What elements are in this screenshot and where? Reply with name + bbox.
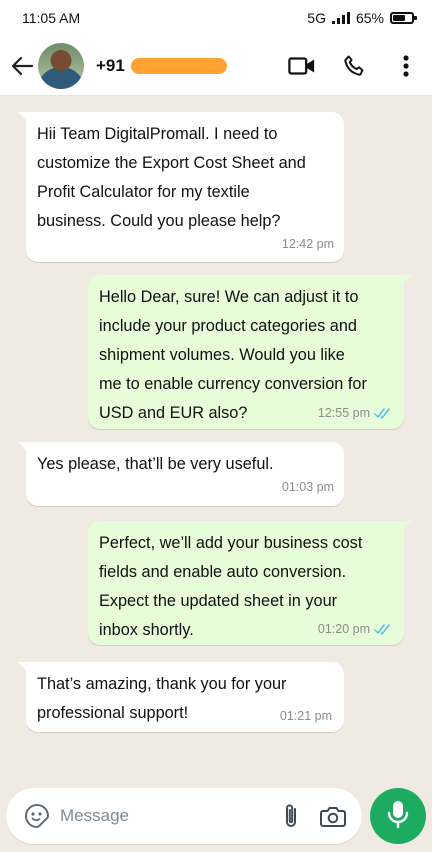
message-list: Hii Team DigitalPromall. I need to custo… (0, 96, 432, 780)
message-text: Yes please, that’ll be very useful. (37, 455, 274, 473)
message-meta: 12:42 pm (37, 236, 334, 252)
contact-prefix: +91 (96, 55, 125, 75)
message-bubble-incoming[interactable]: Hii Team DigitalPromall. I need to custo… (18, 112, 344, 262)
network-label: 5G (307, 10, 326, 26)
redaction-mark (130, 57, 227, 74)
status-indicators: 5G 65% (307, 10, 417, 26)
back-arrow-icon[interactable] (8, 52, 36, 80)
message-bubble-incoming[interactable]: That’s amazing, thank you for your profe… (18, 662, 344, 732)
message-bubble-outgoing[interactable]: Hello Dear, sure! We can adjust it to in… (88, 275, 412, 429)
video-call-icon[interactable] (288, 52, 316, 80)
status-bar: 11:05 AM 5G 65% (0, 0, 432, 36)
sticker-icon[interactable] (22, 801, 52, 831)
mic-icon (386, 799, 410, 834)
message-meta: 01:20 pm (318, 621, 392, 637)
more-vert-icon[interactable] (392, 52, 420, 80)
message-time: 01:21 pm (279, 709, 332, 723)
message-input[interactable] (60, 806, 276, 826)
avatar[interactable] (38, 42, 84, 89)
message-composer (6, 788, 362, 844)
message-bubble-incoming[interactable]: Yes please, that’ll be very useful. 01:0… (18, 442, 344, 506)
message-text: Hii Team DigitalPromall. I need to custo… (37, 125, 306, 230)
read-receipt-icon (374, 623, 392, 635)
message-time: 12:55 pm (317, 406, 370, 420)
battery-icon (390, 12, 417, 24)
camera-icon[interactable] (318, 801, 348, 831)
message-bubble-outgoing[interactable]: Perfect, we’ll add your business cost fi… (88, 521, 412, 645)
chat-header: +91 (0, 36, 432, 96)
read-receipt-icon (374, 407, 392, 419)
battery-percent: 65% (355, 10, 384, 26)
signal-icon (331, 12, 350, 24)
mic-button[interactable] (370, 788, 426, 844)
message-time: 01:20 pm (317, 622, 370, 636)
message-meta: 01:21 pm (280, 708, 332, 724)
message-meta: 01:03 pm (37, 479, 334, 495)
message-time: 12:42 pm (281, 237, 334, 251)
message-time: 01:03 pm (281, 480, 334, 494)
phone-icon[interactable] (340, 52, 368, 80)
status-time: 11:05 AM (22, 10, 81, 26)
message-meta: 12:55 pm (318, 405, 392, 421)
attach-icon[interactable] (276, 801, 306, 831)
contact-name[interactable]: +91 (96, 56, 227, 76)
